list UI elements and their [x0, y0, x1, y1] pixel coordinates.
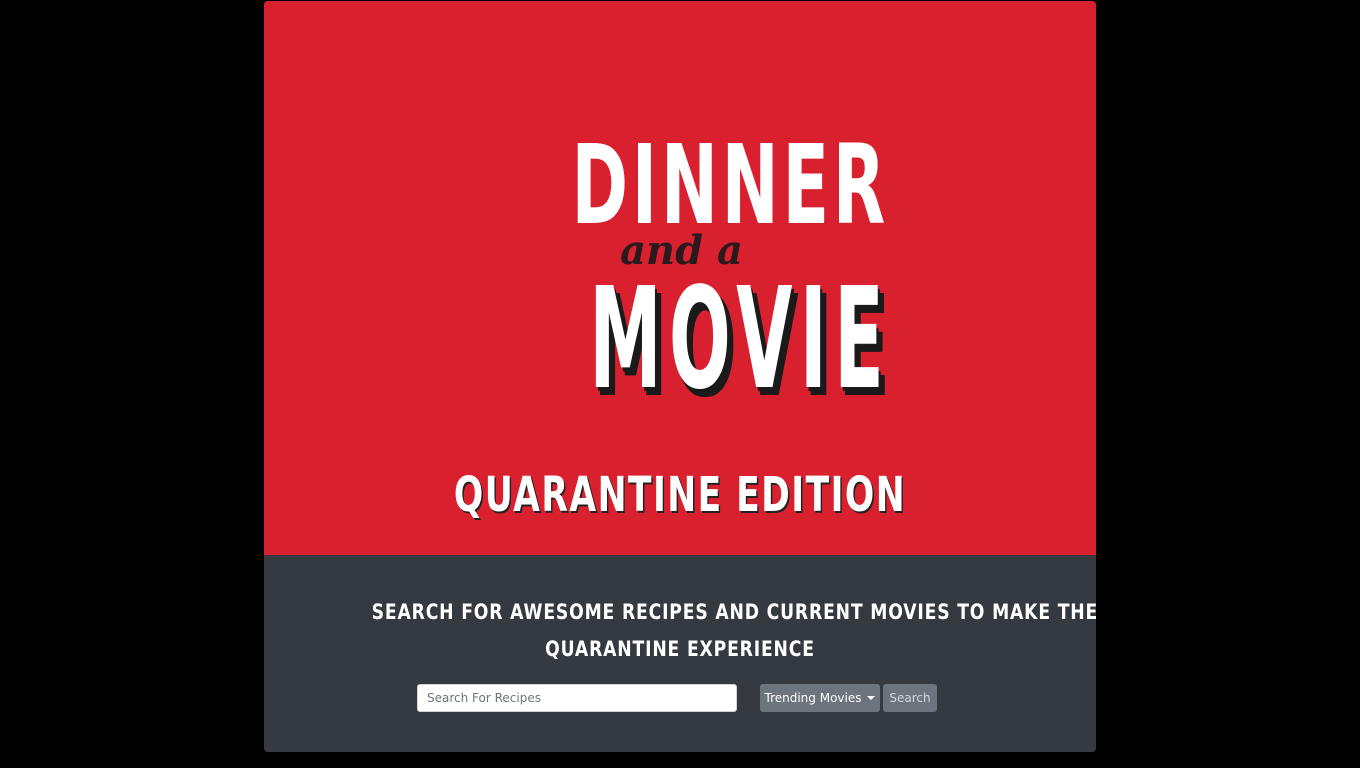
tagline-line-2: QUARANTINE EXPERIENCE	[545, 637, 815, 661]
caret-down-icon	[867, 696, 876, 700]
search-button[interactable]: Search	[883, 684, 937, 712]
quarantine-edition-heading: QUARANTINE EDITION	[453, 467, 907, 523]
logo-movie-text: MOVIE	[589, 258, 892, 421]
dinner-and-a-movie-logo: DINNER and a MOVIE	[504, 125, 892, 425]
tagline: SEARCH FOR AWESOME RECIPES AND CURRENT M…	[304, 594, 1096, 668]
recipe-search-input[interactable]	[417, 684, 737, 712]
trending-movies-label: Trending Movies	[764, 691, 862, 705]
trending-movies-dropdown-button[interactable]: Trending Movies	[760, 684, 880, 712]
main-card: DINNER and a MOVIE QUARANTINE EDITION SE…	[264, 1, 1096, 752]
tagline-line-1: SEARCH FOR AWESOME RECIPES AND CURRENT M…	[371, 600, 1096, 624]
